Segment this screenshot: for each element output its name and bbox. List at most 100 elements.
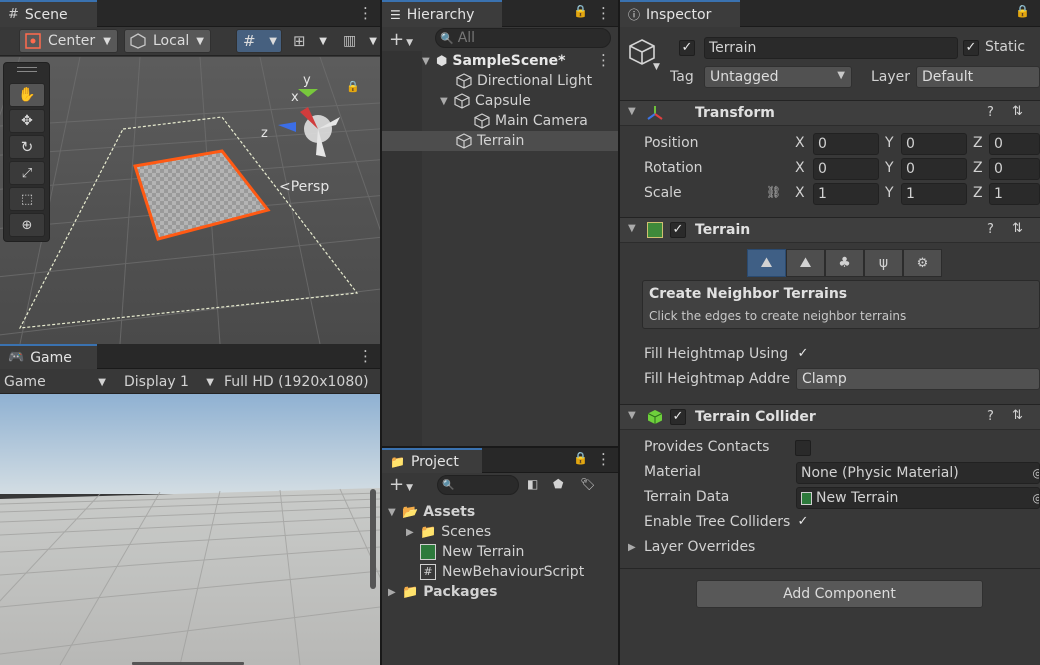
layer-overrides-foldout[interactable]: ▶ Layer Overrides [628,537,755,557]
active-checkbox[interactable]: ✓ [679,40,695,56]
object-picker-icon[interactable]: ◎ [1033,466,1039,480]
game-mode-dropdown[interactable]: Game ▼ [4,372,108,392]
help-icon[interactable]: ? [987,222,994,237]
scale-y-field[interactable]: 1 [901,183,967,205]
game-scrollbar[interactable] [370,489,376,589]
material-field[interactable]: None (Physic Material) ◎ [796,462,1040,484]
constrain-proportions-icon[interactable]: ⛓ [766,185,781,199]
tab-game[interactable]: 🎮 Game [0,344,97,369]
transform-tool[interactable]: ⊕ [9,213,45,237]
create-asset-button[interactable]: + ▼ [389,474,413,495]
paint-details-tool[interactable]: ψ [864,249,903,277]
provides-contacts-checkbox[interactable] [795,440,811,456]
paint-terrain-tool[interactable]: ⛰ [786,249,825,277]
terrain-settings-tool[interactable]: ⚙ [903,249,942,277]
pivot-dropdown[interactable]: Center ▼ [19,29,118,53]
folder-scenes[interactable]: ▶ 📁 Scenes [406,522,491,542]
paint-trees-tool[interactable]: ♣ [825,249,864,277]
resolution-dropdown[interactable]: Full HD (1920x1080) [224,372,380,392]
static-checkbox[interactable]: ✓ [963,40,979,56]
space-dropdown[interactable]: Local ▼ [124,29,211,53]
lock-icon[interactable]: 🔒 [573,451,588,465]
terrain-enabled-checkbox[interactable]: ✓ [670,222,686,238]
terrain-collider-header[interactable]: ▼ ✓ Terrain Collider ? ⇅ [620,404,1040,430]
scene-row[interactable]: ▼ ⬢ SampleScene* ⋮ [422,51,618,71]
asset-new-terrain[interactable]: New Terrain [420,542,524,562]
asset-script[interactable]: # NewBehaviourScript [420,562,584,582]
settings-icon[interactable]: ⇅ [1012,104,1023,119]
expand-icon[interactable]: ▶ [628,542,644,553]
drag-handle[interactable] [17,67,37,72]
scale-tool[interactable]: ⤢ [9,161,45,185]
tab-project[interactable]: 📁 Project [382,448,482,473]
hierarchy-menu-icon[interactable]: ⋮ [596,4,611,22]
tab-scene[interactable]: # Scene [0,0,97,27]
tag-dropdown[interactable]: Untagged ▼ [704,66,852,88]
collider-enabled-checkbox[interactable]: ✓ [670,409,686,425]
tab-inspector[interactable]: ⓘ Inspector [620,0,740,27]
display-dropdown[interactable]: Display 1 ▼ [124,372,216,392]
increment-snap-button[interactable]: ⊞ ▼ [288,29,332,53]
collapse-icon[interactable]: ▼ [628,106,636,117]
layer-dropdown[interactable]: Default [916,66,1040,88]
fill-heightmap-checkbox[interactable]: ✓ [795,346,811,362]
game-viewport[interactable] [0,394,380,665]
position-y-field[interactable]: 0 [901,133,967,155]
lock-gizmo-icon[interactable]: 🔒 [346,80,360,93]
help-icon[interactable]: ? [987,105,994,120]
rotation-y-field[interactable]: 0 [901,158,967,180]
transform-header[interactable]: ▼ Transform ? ⇅ [620,100,1040,126]
terrain-data-field[interactable]: New Terrain ◎ [796,487,1040,509]
collapse-icon[interactable]: ▼ [628,223,636,234]
scene-row-menu-icon[interactable]: ⋮ [596,51,611,69]
project-search[interactable]: 🔍 [437,475,519,495]
folder-assets[interactable]: ▼ 📂 Assets [388,502,475,522]
hierarchy-search[interactable]: 🔍 All [435,28,611,48]
hierarchy-item-terrain[interactable]: Terrain [456,131,524,151]
game-menu-icon[interactable]: ⋮ [358,347,373,365]
rotate-tool[interactable]: ↻ [9,135,45,159]
folder-packages[interactable]: ▶ 📁 Packages [388,582,497,602]
help-icon[interactable]: ? [987,409,994,424]
tag-icon[interactable]: 🏷 [580,477,595,491]
add-component-button[interactable]: Add Component [696,580,983,608]
hierarchy-item-main-camera[interactable]: Main Camera [474,111,588,131]
scene-viewport[interactable]: y x z 🔒 <Persp [0,57,380,344]
hand-tool[interactable]: ✋ [9,83,45,107]
move-tool[interactable]: ✥ [9,109,45,133]
rect-tool[interactable]: ⬚ [9,187,45,211]
expand-icon[interactable]: ▼ [440,96,454,107]
expand-icon[interactable]: ▼ [388,507,402,518]
expand-icon[interactable]: ▶ [388,587,402,598]
position-x-field[interactable]: 0 [813,133,879,155]
persp-label[interactable]: <Persp [279,179,329,195]
object-picker-icon[interactable]: ◎ [1033,491,1039,505]
search-by-label-icon[interactable]: ⬟ [553,477,563,491]
create-button[interactable]: + ▼ [389,29,413,50]
enable-tree-checkbox[interactable]: ✓ [795,514,811,530]
render-mode-button[interactable]: ▥ ▼ [338,29,380,53]
scale-x-field[interactable]: 1 [813,183,879,205]
hierarchy-item-directional-light[interactable]: Directional Light [456,71,592,91]
expand-icon[interactable]: ▼ [422,56,436,67]
terrain-header[interactable]: ▼ ✓ Terrain ? ⇅ [620,217,1040,243]
object-name-field[interactable]: Terrain [704,37,958,59]
position-z-field[interactable]: 0 [989,133,1040,155]
scale-z-field[interactable]: 1 [989,183,1040,205]
lock-icon[interactable]: 🔒 [573,4,588,18]
icon-dropdown-caret[interactable]: ▼ [653,62,660,72]
rotation-z-field[interactable]: 0 [989,158,1040,180]
tab-hierarchy[interactable]: ☰ Hierarchy [382,0,502,27]
settings-icon[interactable]: ⇅ [1012,221,1023,236]
create-neighbor-tool[interactable]: ⛰ [747,249,786,277]
expand-icon[interactable]: ▶ [406,527,420,538]
project-menu-icon[interactable]: ⋮ [596,450,611,468]
collapse-icon[interactable]: ▼ [628,410,636,421]
hierarchy-item-capsule[interactable]: ▼ Capsule [440,91,531,111]
settings-icon[interactable]: ⇅ [1012,408,1023,423]
search-by-type-icon[interactable]: ◧ [527,477,538,491]
rotation-x-field[interactable]: 0 [813,158,879,180]
scene-menu-icon[interactable]: ⋮ [358,4,373,22]
grid-snap-toggle[interactable]: # ▼ [236,29,282,53]
lock-icon[interactable]: 🔒 [1015,4,1030,18]
